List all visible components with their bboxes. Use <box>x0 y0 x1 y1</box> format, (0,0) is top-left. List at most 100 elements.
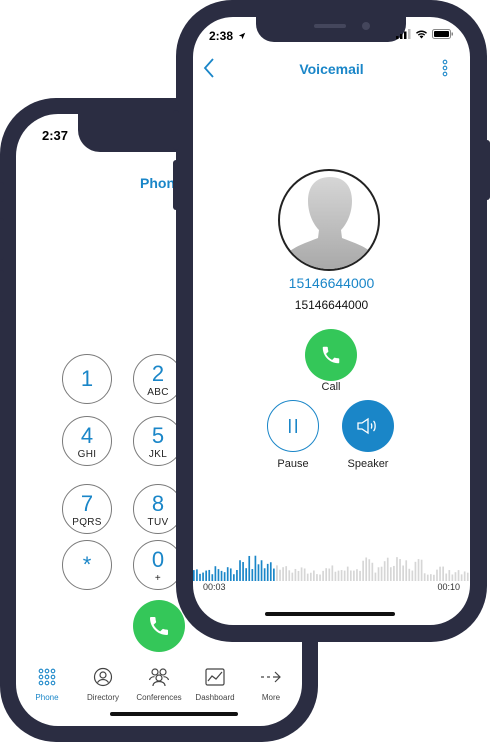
waveform-bar <box>426 574 429 581</box>
waveform-bar <box>429 574 432 581</box>
keypad-key-1[interactable]: 1 <box>62 354 112 404</box>
waveform-bar <box>257 564 260 581</box>
page-title: Phon <box>140 175 175 191</box>
key-letters: TUV <box>147 517 169 528</box>
key-letters: JKL <box>148 449 168 460</box>
waveform-bar <box>362 560 364 581</box>
waveform-bar <box>223 572 226 581</box>
waveform-bar <box>328 568 331 581</box>
waveform-bar <box>389 567 392 581</box>
side-button <box>0 182 4 202</box>
waveform-bar <box>254 555 257 581</box>
waveform-bar <box>273 568 275 581</box>
waveform-bar <box>214 566 217 581</box>
waveform-bar <box>393 565 395 581</box>
waveform-bar <box>260 560 263 581</box>
front-phone-frame: 2:38 Voicemail 15146644000 15146644000 C… <box>176 0 487 642</box>
waveform-bar <box>306 573 309 581</box>
waveform-bar <box>359 570 361 581</box>
wifi-icon <box>416 30 427 39</box>
waveform-bar <box>411 570 414 581</box>
tab-label: More <box>261 693 281 702</box>
waveform-bar <box>374 572 377 581</box>
elapsed-time: 00:03 <box>203 582 226 592</box>
tab-more[interactable]: More <box>243 666 299 702</box>
waveform-bar <box>463 571 466 581</box>
side-button <box>0 270 4 312</box>
waveform-bar <box>377 567 380 581</box>
waveform-bar <box>322 570 324 581</box>
waveform-bar <box>325 568 328 581</box>
total-duration: 00:10 <box>437 582 460 592</box>
key-letters: ABC <box>147 387 169 398</box>
waveform-bar <box>383 561 386 581</box>
waveform-bar <box>399 559 401 581</box>
status-time: 2:38 <box>209 29 246 43</box>
waveform-bar <box>266 563 269 581</box>
waveform-bar <box>205 570 207 581</box>
side-button <box>484 140 490 200</box>
pause-button[interactable] <box>267 400 319 452</box>
waveform-bar <box>285 566 288 581</box>
speaker-button[interactable] <box>342 400 394 452</box>
avatar <box>278 169 380 271</box>
key-digit: * <box>82 552 92 577</box>
waveform-bar <box>445 573 448 581</box>
waveform-bar <box>276 565 278 581</box>
waveform-bar <box>433 574 435 581</box>
key-letters: PQRS <box>72 517 102 528</box>
waveform-bar <box>371 562 374 581</box>
waveform-bar <box>251 569 254 581</box>
caller-number-link[interactable]: 15146644000 <box>193 275 470 291</box>
tab-label: Phone <box>35 693 59 702</box>
waveform-bar <box>448 570 451 581</box>
waveform-bar <box>356 569 358 581</box>
dial-call-button[interactable] <box>133 600 185 652</box>
waveform-bar <box>291 572 294 581</box>
tab-phone[interactable]: Phone <box>19 666 75 702</box>
keypad-key-star[interactable]: * <box>62 540 112 590</box>
key-digit: 5 <box>151 423 165 448</box>
key-digit: 2 <box>151 361 165 386</box>
more-options-button[interactable] <box>440 58 450 83</box>
tab-conferences[interactable]: Conferences <box>131 666 187 702</box>
side-button <box>173 160 179 210</box>
waveform-bar <box>220 570 223 581</box>
key-digit: 8 <box>151 491 165 516</box>
waveform-bar <box>208 569 211 581</box>
key-digit: 0 <box>151 547 165 572</box>
waveform-bar <box>405 560 408 581</box>
waveform-bar <box>217 569 220 581</box>
waveform-bar <box>202 572 204 581</box>
waveform-bar <box>331 565 334 581</box>
waveform-bar <box>466 572 469 581</box>
waveform-bar <box>454 572 457 581</box>
waveform-bar <box>294 568 297 581</box>
waveform-bar <box>300 567 303 581</box>
battery-icon <box>432 29 453 39</box>
waveform-bar <box>242 562 244 581</box>
audio-waveform[interactable] <box>193 553 470 581</box>
key-letters: + <box>154 573 162 584</box>
waveform-bar <box>414 561 417 581</box>
arrow-more-icon <box>243 666 299 688</box>
waveform-bar <box>193 570 195 581</box>
pause-icon <box>289 419 297 433</box>
keypad-key-4[interactable]: 4 GHI <box>62 416 112 466</box>
waveform-bar <box>263 568 266 581</box>
call-button[interactable] <box>305 329 357 381</box>
waveform-bar <box>282 567 284 581</box>
side-button <box>0 218 4 260</box>
waveform-bar <box>233 574 235 581</box>
tab-directory[interactable]: Directory <box>75 666 131 702</box>
tab-label: Dashboard <box>195 693 235 702</box>
status-time-text: 2:38 <box>209 29 234 43</box>
contact-icon <box>75 666 131 688</box>
keypad-key-7[interactable]: 7 PQRS <box>62 484 112 534</box>
waveform-bar <box>269 562 272 581</box>
key-digit: 7 <box>80 491 94 516</box>
tab-dashboard[interactable]: Dashboard <box>187 666 243 702</box>
waveform-bar <box>460 574 463 581</box>
notch <box>256 17 406 42</box>
call-label: Call <box>321 381 341 393</box>
